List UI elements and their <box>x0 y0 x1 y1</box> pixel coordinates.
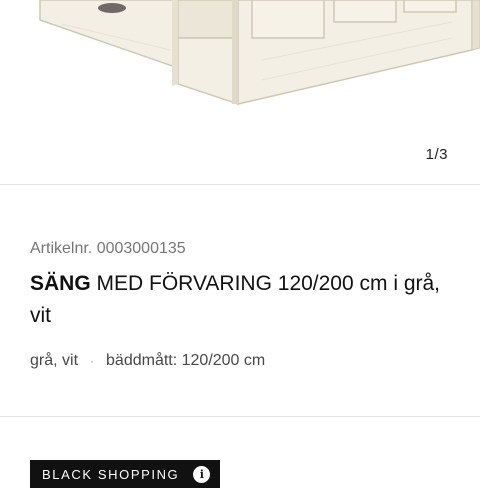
product-image-gallery[interactable]: 1/3 <box>0 0 480 184</box>
product-name: SÄNG <box>30 272 91 295</box>
article-number: Artikelnr. 0003000135 <box>30 240 186 257</box>
image-counter: 1/3 <box>425 146 448 163</box>
product-title: SÄNG MED FÖRVARING 120/200 cm i grå, vit <box>30 268 460 332</box>
product-description: MED FÖRVARING 120/200 cm i grå, vit <box>30 272 441 327</box>
attribute-separator: · <box>90 354 95 368</box>
black-shopping-badge[interactable]: BLACK SHOPPING i <box>30 460 221 488</box>
divider <box>0 416 480 417</box>
color-attribute: grå, vit <box>30 352 79 369</box>
bed-product-image <box>39 0 480 106</box>
divider <box>0 184 480 185</box>
size-attribute: bäddmått: 120/200 cm <box>106 352 266 369</box>
product-attributes: grå, vit · bäddmått: 120/200 cm <box>30 352 265 370</box>
badge-label: BLACK SHOPPING <box>42 466 180 482</box>
